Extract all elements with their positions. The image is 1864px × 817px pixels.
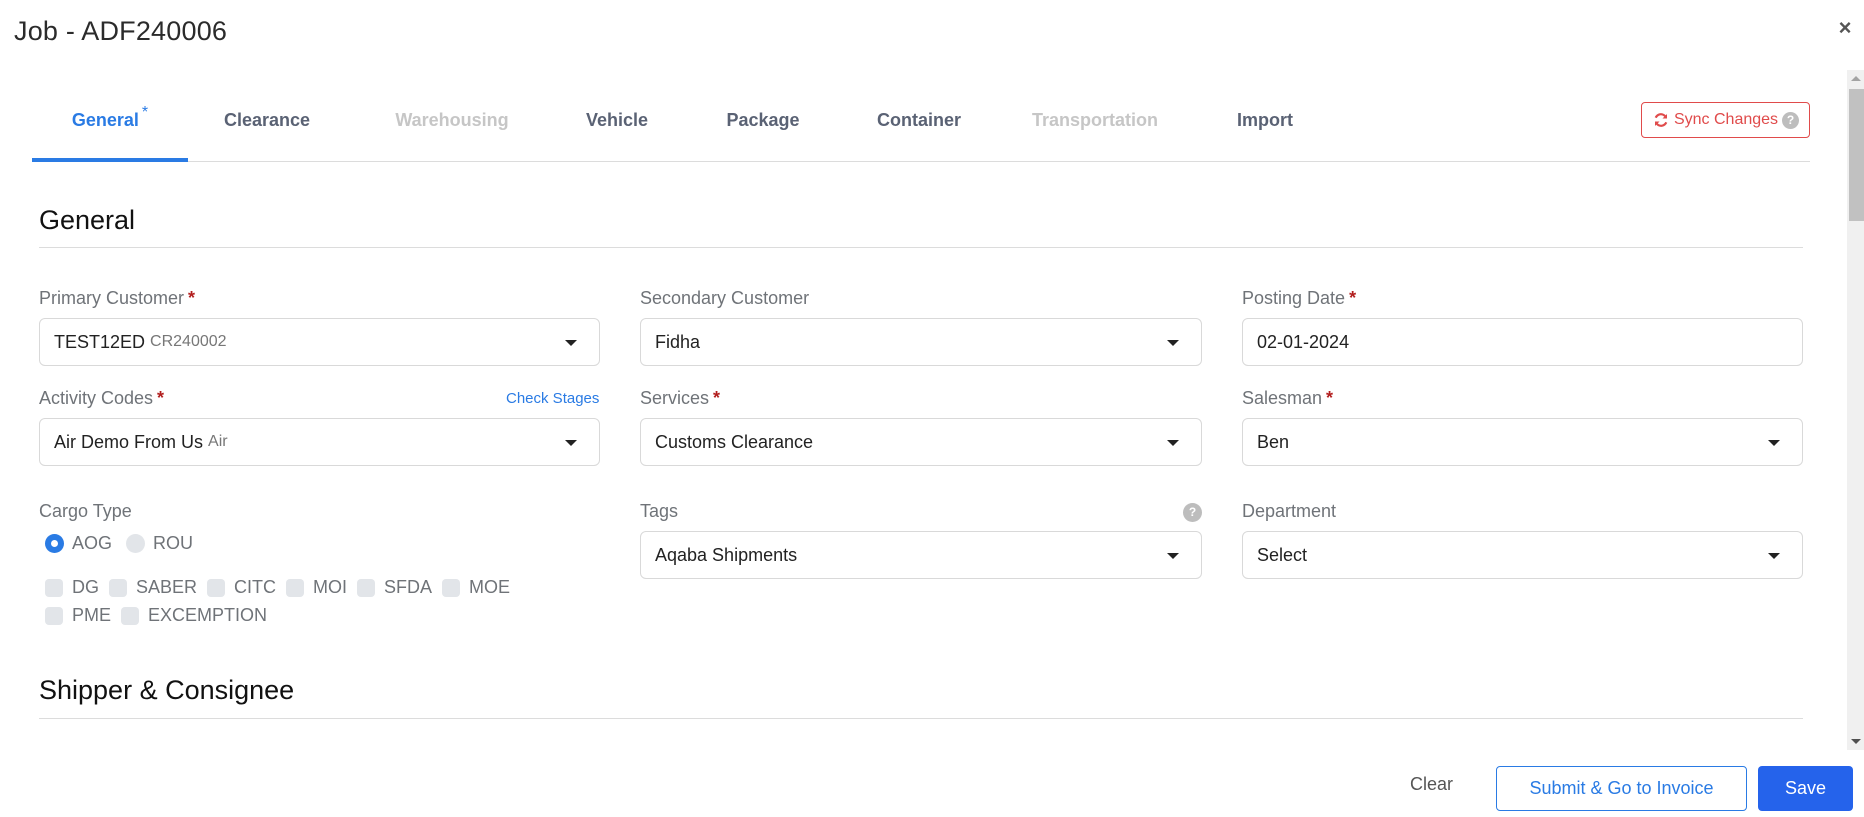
section-divider: [39, 247, 1803, 248]
checkbox-label: MOI: [313, 577, 348, 597]
activity-codes-select[interactable]: Air Demo From Us Air: [39, 418, 600, 466]
caret-down-icon: [1167, 340, 1179, 346]
label-text: Services: [640, 388, 710, 408]
modal-title: Job - ADF240006: [14, 16, 228, 46]
checkbox-saber[interactable]: [109, 578, 127, 597]
submit-go-to-invoice-button[interactable]: Submit & Go to Invoice: [1496, 766, 1747, 811]
checkbox-label: SABER: [136, 577, 198, 597]
primary-customer-label: Primary Customer *: [39, 288, 195, 309]
checkbox-dg[interactable]: [45, 578, 63, 597]
required-marker: *: [713, 388, 721, 408]
save-button[interactable]: Save: [1758, 766, 1853, 811]
scroll-thumb[interactable]: [1849, 89, 1864, 221]
tab-container[interactable]: Container: [861, 92, 977, 161]
tab-transportation: Transportation: [1031, 110, 1158, 130]
checkbox-excemption[interactable]: [121, 606, 140, 625]
tab-package[interactable]: Package: [713, 92, 813, 161]
checkbox-label: EXCEMPTION: [148, 605, 268, 625]
select-value: Ben: [1257, 431, 1290, 452]
section-divider: [39, 718, 1803, 719]
caret-down-icon: [1167, 440, 1179, 446]
scroll-down-arrow-icon[interactable]: [1847, 733, 1864, 750]
services-select[interactable]: Customs Clearance: [640, 418, 1202, 466]
tab-import[interactable]: Import: [1227, 92, 1303, 161]
required-marker: *: [157, 388, 165, 408]
section-title-shipper-consignee: Shipper & Consignee: [39, 675, 295, 705]
select-value: Customs Clearance: [655, 431, 814, 452]
salesman-select[interactable]: Ben: [1242, 418, 1803, 466]
caret-down-icon: [565, 340, 577, 346]
label-text: Activity Codes: [39, 388, 154, 408]
section-title-general: General: [39, 205, 136, 235]
required-marker: *: [1349, 288, 1357, 308]
tab-general[interactable]: General *: [32, 92, 188, 162]
radio-rou[interactable]: [126, 534, 146, 553]
help-icon[interactable]: ?: [1183, 503, 1202, 522]
sync-icon: [1654, 113, 1668, 127]
activity-codes-label: Activity Codes *: [39, 388, 164, 409]
select-value: TEST12ED: [54, 331, 146, 352]
caret-down-icon: [565, 440, 577, 446]
secondary-customer-label: Secondary Customer: [640, 288, 810, 308]
caret-down-icon: [1768, 440, 1780, 446]
department-select[interactable]: Select: [1242, 531, 1803, 579]
required-marker: *: [1326, 388, 1334, 408]
tab-warehousing: Warehousing: [395, 110, 509, 130]
customer-code: CR240002: [150, 333, 227, 350]
tab-vehicle[interactable]: Vehicle: [572, 92, 662, 161]
tab-label: General: [71, 110, 139, 130]
activity-mode: Air: [208, 433, 228, 450]
checkbox-sfda[interactable]: [357, 578, 376, 597]
label-text: Posting Date: [1242, 288, 1346, 308]
checkbox-label: DG: [72, 577, 99, 597]
checkbox-label: CITC: [234, 577, 277, 597]
check-stages-link[interactable]: Check Stages: [506, 390, 599, 407]
tags-select[interactable]: Aqaba Shipments: [640, 531, 1202, 579]
primary-customer-select[interactable]: TEST12ED CR240002: [39, 318, 600, 366]
secondary-customer-select[interactable]: Fidha: [640, 318, 1202, 366]
cargo-checkbox-row-2: PME EXCEMPTION: [45, 605, 277, 626]
label-text: Primary Customer: [39, 288, 185, 308]
checkbox-moi[interactable]: [286, 578, 305, 597]
tab-bar: General * Clearance Warehousing Vehicle P…: [32, 92, 1810, 162]
select-value: Aqaba Shipments: [655, 544, 798, 565]
radio-label: AOG: [72, 533, 113, 553]
help-icon[interactable]: ?: [1782, 111, 1800, 129]
sync-changes-label: Sync Changes: [1673, 111, 1779, 128]
vertical-scrollbar[interactable]: [1847, 70, 1864, 750]
cargo-checkbox-row-1: DG SABER CITC MOI SFDA MOE: [45, 577, 520, 598]
sync-changes-button[interactable]: Sync Changes ?: [1641, 102, 1810, 138]
scroll-up-arrow-icon[interactable]: [1847, 70, 1864, 87]
caret-down-icon: [1167, 553, 1179, 559]
services-label: Services *: [640, 388, 720, 409]
required-marker: *: [188, 288, 196, 308]
checkbox-citc[interactable]: [207, 578, 226, 597]
checkbox-label: MOE: [469, 577, 511, 597]
label-text: Salesman: [1242, 388, 1323, 408]
select-value: Fidha: [655, 331, 701, 352]
salesman-label: Salesman *: [1242, 388, 1333, 409]
caret-down-icon: [1768, 553, 1780, 559]
clear-button[interactable]: Clear: [1410, 774, 1453, 795]
cargo-type-radio-group: AOG ROU: [45, 533, 199, 554]
select-value: Select: [1257, 544, 1308, 565]
checkbox-pme[interactable]: [45, 606, 63, 625]
checkbox-moe[interactable]: [442, 578, 461, 597]
close-icon[interactable]: ×: [1834, 16, 1856, 40]
tab-clearance[interactable]: Clearance: [204, 92, 330, 161]
tags-label: Tags: [640, 501, 679, 521]
department-label: Department: [1242, 501, 1337, 521]
radio-aog[interactable]: [45, 534, 64, 553]
cargo-type-label: Cargo Type: [39, 501, 132, 521]
checkbox-label: SFDA: [384, 577, 433, 597]
posting-date-input[interactable]: 02-01-2024: [1242, 318, 1803, 366]
select-value: Air Demo From Us: [54, 431, 204, 452]
unsaved-marker: *: [141, 104, 149, 121]
posting-date-label: Posting Date *: [1242, 288, 1356, 309]
input-value: 02-01-2024: [1257, 331, 1350, 352]
checkbox-label: PME: [72, 605, 112, 625]
radio-label: ROU: [153, 533, 194, 553]
